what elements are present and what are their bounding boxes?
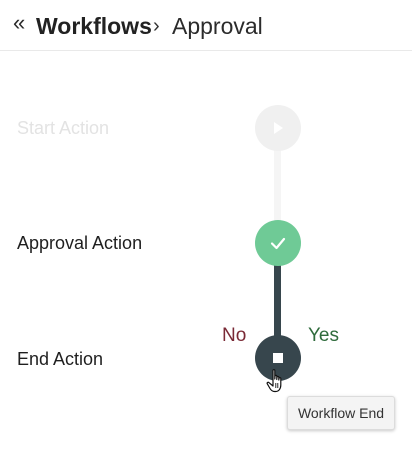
connector-approval-end	[274, 258, 281, 344]
tooltip-workflow-end: Workflow End	[287, 396, 395, 430]
step-label-start: Start Action	[17, 118, 110, 138]
chevron-right-icon: ›	[153, 15, 160, 37]
double-chevron-left-icon[interactable]: «	[13, 11, 25, 35]
page-title: Approval	[172, 13, 263, 39]
start-action-node[interactable]	[255, 105, 301, 151]
breadcrumb-workflows[interactable]: Workflows	[36, 12, 152, 40]
stop-icon	[273, 353, 283, 363]
step-label-approval: Approval Action	[17, 233, 143, 253]
connector-start-approval	[274, 146, 281, 228]
step-label-end: End Action	[17, 349, 104, 369]
approval-action-node[interactable]	[255, 220, 301, 266]
play-icon	[274, 122, 283, 134]
branch-label-no: No	[222, 325, 247, 346]
header-bar: « Workflows › Approval	[0, 0, 412, 51]
check-icon	[270, 237, 286, 250]
hand-pointer-cursor-icon	[266, 369, 282, 393]
branch-label-yes: Yes	[308, 325, 339, 346]
